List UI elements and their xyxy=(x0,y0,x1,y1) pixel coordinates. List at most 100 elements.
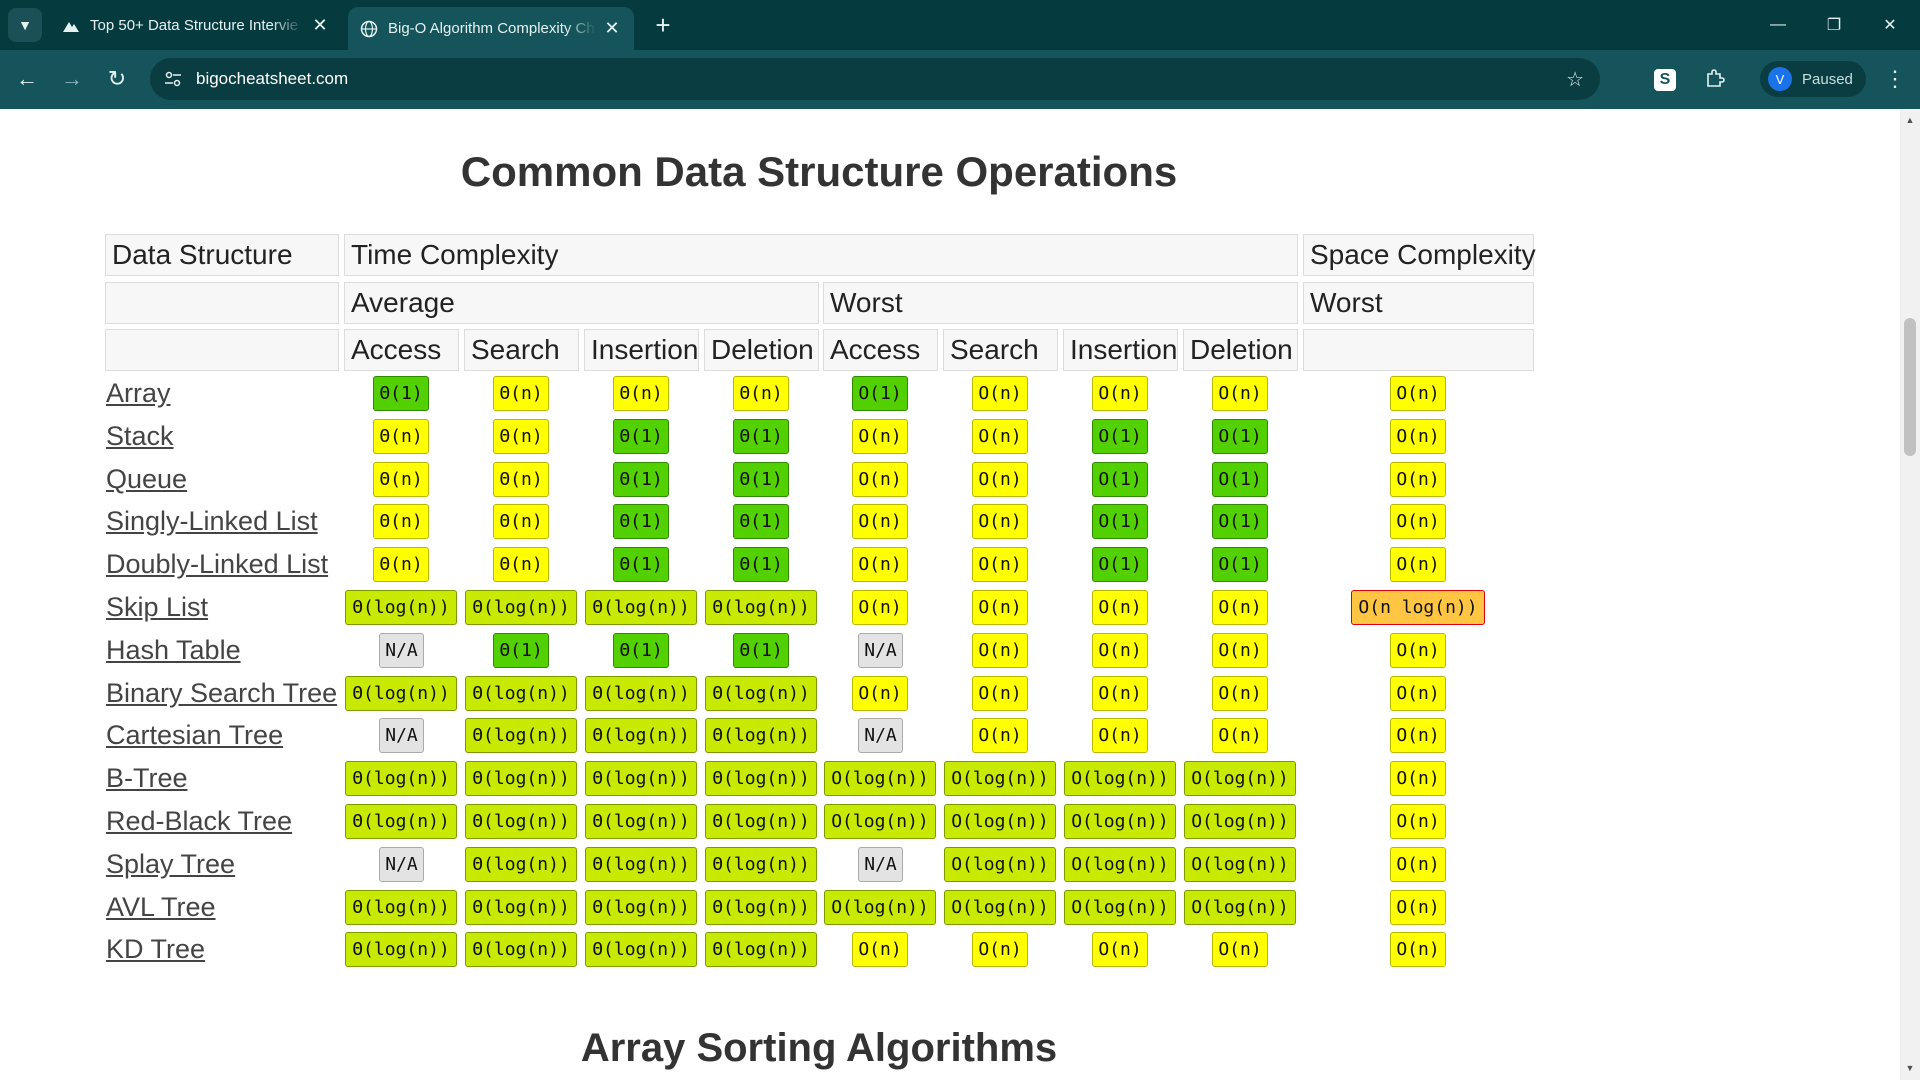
header-blank xyxy=(1303,329,1534,371)
complexity-badge: Θ(log(n)) xyxy=(345,761,457,796)
complexity-badge: O(n) xyxy=(972,932,1028,967)
scroll-up-arrow-icon[interactable]: ▲ xyxy=(1900,112,1920,128)
complexity-badge: Θ(log(n)) xyxy=(705,847,817,882)
header-data-structure: Data Structure xyxy=(105,234,339,276)
complexity-badge: Θ(log(n)) xyxy=(585,847,697,882)
complexity-badge: Θ(n) xyxy=(373,547,429,582)
data-structure-link[interactable]: Array xyxy=(106,377,171,409)
tab-interview-questions[interactable]: Top 50+ Data Structure Intervie ✕ xyxy=(50,7,342,44)
back-button[interactable]: ← xyxy=(10,62,44,96)
complexity-badge: O(n) xyxy=(1390,676,1446,711)
complexity-badge: N/A xyxy=(858,633,903,668)
close-window-button[interactable]: ✕ xyxy=(1862,0,1918,50)
close-tab-icon[interactable]: ✕ xyxy=(310,15,330,36)
complexity-badge: O(1) xyxy=(1212,547,1268,582)
complexity-badge: O(n) xyxy=(852,676,908,711)
complexity-badge: Θ(1) xyxy=(493,633,549,668)
complexity-badge: O(1) xyxy=(1092,419,1148,454)
data-structure-link[interactable]: Cartesian Tree xyxy=(106,719,283,751)
data-structure-link[interactable]: Singly-Linked List xyxy=(106,505,318,537)
page-title: Common Data Structure Operations xyxy=(460,148,1178,195)
complexity-badge: O(n) xyxy=(852,590,908,625)
data-structure-link[interactable]: Red-Black Tree xyxy=(106,805,292,837)
complexity-badge: Θ(log(n)) xyxy=(585,761,697,796)
profile-button[interactable]: V Paused xyxy=(1760,61,1866,97)
complexity-badge: O(n) xyxy=(852,932,908,967)
restore-button[interactable]: ❐ xyxy=(1806,0,1862,50)
complexity-badge: O(n) xyxy=(972,676,1028,711)
extension-s-icon[interactable]: S xyxy=(1654,69,1676,91)
scrollbar[interactable] xyxy=(1900,109,1920,1080)
data-structure-link[interactable]: Hash Table xyxy=(106,634,241,666)
complexity-badge: O(n) xyxy=(852,462,908,497)
complexity-badge: Θ(log(n)) xyxy=(585,804,697,839)
complexity-badge: Θ(n) xyxy=(493,462,549,497)
complexity-badge: O(log(n)) xyxy=(1064,804,1176,839)
scroll-down-arrow-icon[interactable]: ▼ xyxy=(1900,1060,1920,1076)
more-menu-icon[interactable]: ⋮ xyxy=(1880,64,1910,94)
tab-search-button[interactable]: ▼ xyxy=(8,8,42,42)
complexity-badge: Θ(1) xyxy=(613,419,669,454)
complexity-badge: Θ(log(n)) xyxy=(705,590,817,625)
site-favicon-icon xyxy=(62,17,80,35)
complexity-badge: Θ(n) xyxy=(493,419,549,454)
complexity-badge: O(1) xyxy=(1212,419,1268,454)
profile-status: Paused xyxy=(1802,70,1853,88)
data-structure-link[interactable]: Binary Search Tree xyxy=(106,677,337,709)
header-op: Deletion xyxy=(704,329,819,371)
complexity-badge: O(1) xyxy=(1092,462,1148,497)
data-structure-link[interactable]: Queue xyxy=(106,463,187,495)
complexity-badge: O(n) xyxy=(1092,633,1148,668)
complexity-badge: Θ(log(n)) xyxy=(345,932,457,967)
complexity-badge: O(n) xyxy=(972,419,1028,454)
complexity-badge: Θ(n) xyxy=(373,462,429,497)
complexity-badge: N/A xyxy=(858,718,903,753)
complexity-badge: O(n) xyxy=(972,590,1028,625)
complexity-badge: Θ(n) xyxy=(613,376,669,411)
complexity-badge: O(n) xyxy=(1092,718,1148,753)
complexity-badge: Θ(log(n)) xyxy=(465,718,577,753)
data-structure-link[interactable]: Doubly-Linked List xyxy=(106,548,328,580)
data-structure-link[interactable]: Skip List xyxy=(106,591,208,623)
complexity-badge: O(n) xyxy=(972,547,1028,582)
complexity-badge: O(n) xyxy=(1212,633,1268,668)
complexity-badge: O(n) xyxy=(1390,462,1446,497)
complexity-badge: O(n) xyxy=(1390,633,1446,668)
complexity-badge: O(n) xyxy=(1390,419,1446,454)
scrollbar-thumb[interactable] xyxy=(1904,318,1916,456)
complexity-badge: O(log(n)) xyxy=(1184,890,1296,925)
complexity-badge: O(1) xyxy=(1212,504,1268,539)
complexity-badge: O(n) xyxy=(1390,804,1446,839)
complexity-badge: Θ(log(n)) xyxy=(705,804,817,839)
complexity-badge: O(n) xyxy=(1212,932,1268,967)
bookmark-star-icon[interactable]: ☆ xyxy=(1566,67,1584,92)
reload-icon: ↻ xyxy=(107,66,127,91)
site-info-icon[interactable] xyxy=(162,68,184,90)
tab-bigo-cheatsheet[interactable]: Big-O Algorithm Complexity Ch ✕ xyxy=(348,7,634,50)
complexity-badge: Θ(1) xyxy=(733,504,789,539)
extensions-puzzle-icon[interactable] xyxy=(1700,64,1730,94)
minimize-button[interactable]: — xyxy=(1750,0,1806,50)
close-tab-icon[interactable]: ✕ xyxy=(602,18,622,39)
complexity-badge: Θ(log(n)) xyxy=(705,761,817,796)
complexity-badge: Θ(log(n)) xyxy=(345,804,457,839)
new-tab-button[interactable]: + xyxy=(648,10,678,40)
arrow-right-icon: → xyxy=(61,66,83,91)
reload-button[interactable]: ↻ xyxy=(100,62,134,96)
complexity-badge: Θ(log(n)) xyxy=(705,932,817,967)
forward-button[interactable]: → xyxy=(55,62,89,96)
complexity-badge: Θ(log(n)) xyxy=(465,932,577,967)
data-structure-link[interactable]: Stack xyxy=(106,420,174,452)
data-structure-link[interactable]: KD Tree xyxy=(106,933,205,965)
data-structure-link[interactable]: B-Tree xyxy=(106,762,188,794)
complexity-badge: O(n) xyxy=(1390,932,1446,967)
complexity-badge: O(n) xyxy=(1390,847,1446,882)
complexity-badge: O(n) xyxy=(1212,590,1268,625)
complexity-badge: Θ(1) xyxy=(733,462,789,497)
data-structure-link[interactable]: Splay Tree xyxy=(106,848,235,880)
complexity-badge: O(n) xyxy=(1092,590,1148,625)
tab-strip: ▼ Top 50+ Data Structure Intervie ✕ Big-… xyxy=(0,0,1920,50)
complexity-badge: O(n) xyxy=(1212,676,1268,711)
data-structure-link[interactable]: AVL Tree xyxy=(106,891,216,923)
address-bar[interactable]: bigocheatsheet.com ☆ xyxy=(150,58,1600,100)
